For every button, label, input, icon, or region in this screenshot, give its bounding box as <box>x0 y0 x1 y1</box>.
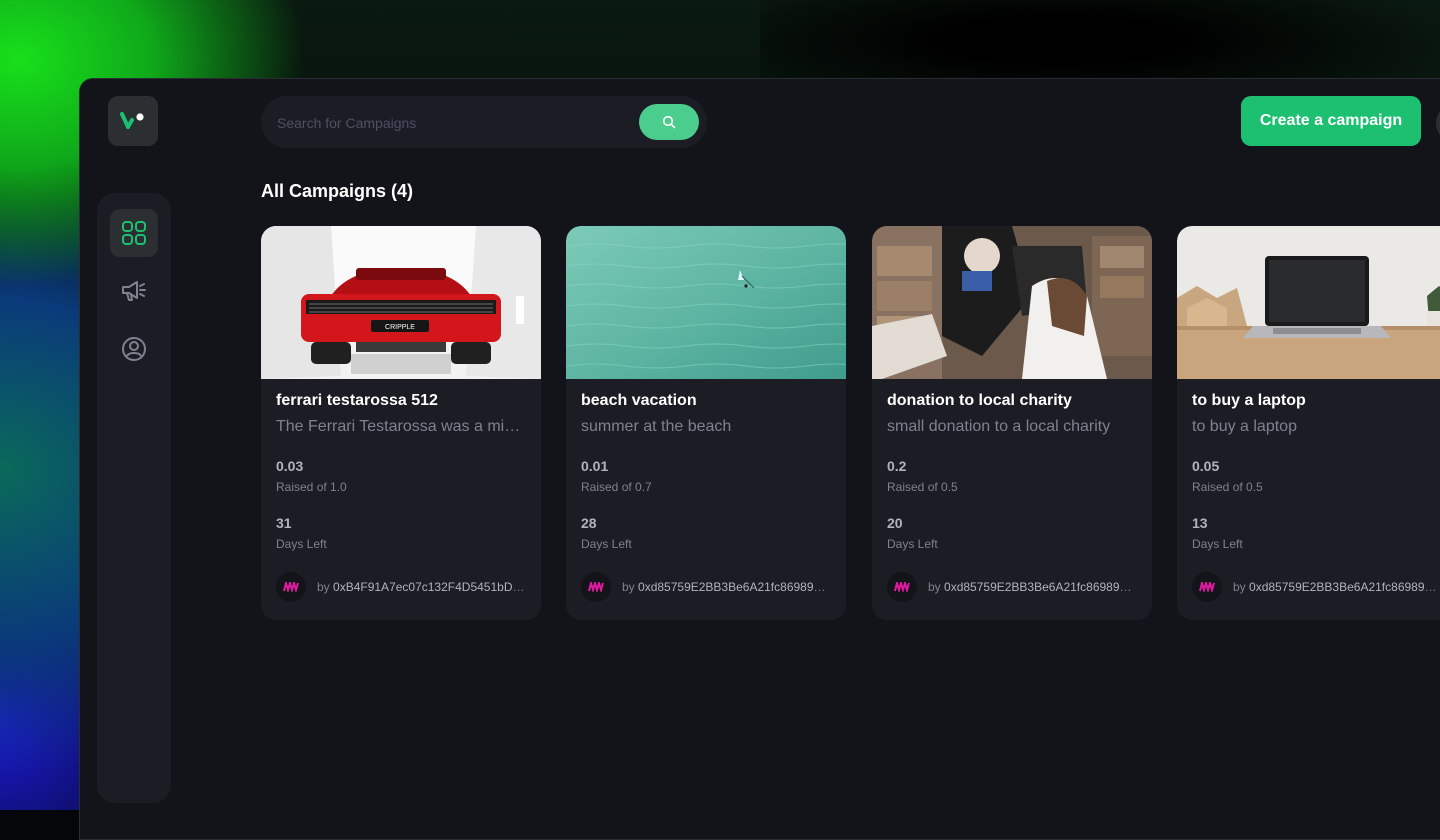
campaign-description: summer at the beach <box>581 418 732 435</box>
search-input[interactable] <box>275 96 629 150</box>
campaign-card[interactable]: donation to local charity small donation… <box>872 226 1152 620</box>
days-left-label: Days Left <box>581 537 632 551</box>
days-left-value: 31 <box>276 515 292 531</box>
campaign-card[interactable]: to buy a laptop to buy a laptop 0.05 Rai… <box>1177 226 1440 620</box>
owner-by-label: by <box>622 580 635 594</box>
sidebar-item-profile[interactable] <box>110 325 158 373</box>
owner-avatar-icon <box>276 572 306 602</box>
campaign-card[interactable]: beach vacation summer at the beach 0.01 … <box>566 226 846 620</box>
days-left-label: Days Left <box>1192 537 1243 551</box>
days-left-label: Days Left <box>276 537 327 551</box>
campaign-description: small donation to a local charity <box>887 418 1111 435</box>
campaign-card[interactable]: CRIPPLE ferrari testarossa 512 The Ferra… <box>261 226 541 620</box>
sidebar-item-campaigns[interactable] <box>110 267 158 315</box>
campaign-owner: by 0xd85759E2BB3Be6A21fc869896... <box>887 572 1136 602</box>
campaign-owner: by 0xd85759E2BB3Be6A21fc869896... <box>581 572 830 602</box>
dashboard-grid-icon <box>122 221 146 245</box>
campaign-title: ferrari testarossa 512 <box>276 392 438 409</box>
raised-amount: 0.01 <box>581 458 609 474</box>
owner-by-label: by <box>1233 580 1246 594</box>
app-logo[interactable] <box>108 96 158 146</box>
sidebar-item-dashboard[interactable] <box>110 209 158 257</box>
owner-address: 0xd85759E2BB3Be6A21fc869896... <box>944 580 1136 594</box>
days-left-value: 20 <box>887 515 903 531</box>
raised-label: Raised of 1.0 <box>276 480 347 494</box>
owner-address: 0xB4F91A7ec07c132F4D5451bD4f... <box>333 580 525 594</box>
campaign-image <box>566 226 846 379</box>
campaign-title: beach vacation <box>581 392 697 409</box>
campaign-image: CRIPPLE <box>261 226 541 379</box>
campaign-image <box>872 226 1152 379</box>
profile-icon <box>122 337 146 361</box>
create-campaign-button[interactable]: Create a campaign <box>1241 96 1421 146</box>
owner-avatar-icon <box>1192 572 1222 602</box>
logo-icon <box>120 112 144 129</box>
search-icon <box>662 115 676 129</box>
page-title: All Campaigns (4) <box>261 181 414 201</box>
app-window: Create a campaign All Campaigns (4) <box>79 78 1440 840</box>
search-bar <box>261 96 707 150</box>
owner-address: 0xd85759E2BB3Be6A21fc869896... <box>638 580 830 594</box>
raised-label: Raised of 0.5 <box>1192 480 1263 494</box>
campaign-owner: by 0xB4F91A7ec07c132F4D5451bD4f... <box>276 572 525 602</box>
campaign-title: donation to local charity <box>887 392 1072 409</box>
campaign-description: The Ferrari Testarossa was a mid-engine … <box>276 418 528 435</box>
svg-text:CRIPPLE: CRIPPLE <box>385 324 415 331</box>
raised-label: Raised of 0.5 <box>887 480 958 494</box>
campaign-owner: by 0xd85759E2BB3Be6A21fc869896... <box>1192 572 1440 602</box>
sidebar <box>97 193 171 803</box>
campaign-description: to buy a laptop <box>1192 418 1297 435</box>
raised-amount: 0.03 <box>276 458 304 474</box>
campaign-title: to buy a laptop <box>1192 392 1306 409</box>
owner-by-label: by <box>317 580 330 594</box>
owner-avatar-icon <box>887 572 917 602</box>
campaign-image <box>1177 226 1440 379</box>
background-shadow <box>760 0 1440 90</box>
raised-label: Raised of 0.7 <box>581 480 652 494</box>
owner-avatar-icon <box>581 572 611 602</box>
days-left-value: 28 <box>581 515 597 531</box>
megaphone-icon <box>122 281 146 301</box>
raised-amount: 0.05 <box>1192 458 1220 474</box>
owner-by-label: by <box>928 580 941 594</box>
raised-amount: 0.2 <box>887 458 907 474</box>
owner-address: 0xd85759E2BB3Be6A21fc869896... <box>1249 580 1440 594</box>
days-left-label: Days Left <box>887 537 938 551</box>
search-button[interactable] <box>639 104 699 140</box>
user-avatar[interactable] <box>1436 103 1440 143</box>
days-left-value: 13 <box>1192 515 1208 531</box>
